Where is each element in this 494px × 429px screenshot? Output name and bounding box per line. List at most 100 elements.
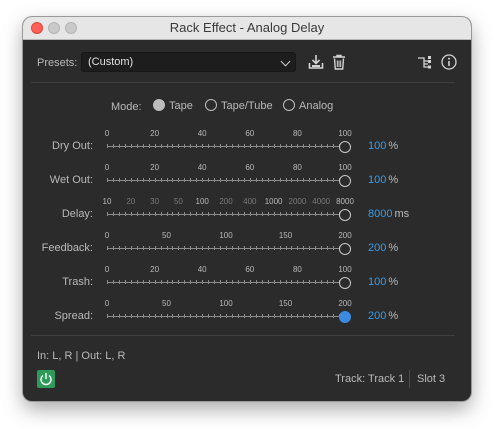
spread-slider[interactable]: 0 50 100 150 200 <box>103 299 352 325</box>
slider-tick <box>136 246 138 250</box>
feedback-slider[interactable]: 0 50 100 150 200 <box>103 231 352 257</box>
slider-tick <box>196 280 198 284</box>
spread-value[interactable]: 200% <box>368 310 398 322</box>
slider-tick <box>118 246 120 250</box>
trash-value[interactable]: 100% <box>368 276 398 288</box>
tick-label: 0 <box>104 129 110 138</box>
slider-handle[interactable] <box>339 311 351 323</box>
slider-tick <box>184 280 186 284</box>
tick-label: 150 <box>278 231 293 240</box>
power-button[interactable] <box>37 370 55 388</box>
slider-tick <box>279 144 281 148</box>
wet-out-slider[interactable]: 0 20 40 60 80 100 <box>103 163 352 189</box>
presets-dropdown[interactable]: (Custom) <box>81 52 296 72</box>
slider-handle[interactable] <box>339 175 351 187</box>
slider-tick <box>112 212 114 216</box>
slider-tick <box>148 314 150 318</box>
radio-label: Tape/Tube <box>221 100 273 112</box>
tick-label: 40 <box>197 129 207 138</box>
slider-tick <box>333 314 335 318</box>
value-unit: % <box>388 140 399 152</box>
slider-tick <box>273 314 275 318</box>
delay-value[interactable]: 8000 ms <box>368 208 409 220</box>
delay-slider[interactable]: 10 20 30 50 100 200 400 1000 2000 4000 8000 <box>102 197 354 223</box>
slider-tick <box>237 246 239 250</box>
slider-tick <box>249 144 251 148</box>
slider-tick <box>160 280 162 284</box>
slider-tick <box>297 314 299 318</box>
slider-tick <box>124 314 126 318</box>
presets-label: Presets: <box>37 57 78 69</box>
slider-tick <box>202 144 204 148</box>
slider-tick <box>249 212 251 216</box>
tick-label: 100 <box>195 197 209 206</box>
slider-tick <box>184 144 186 148</box>
slider-tick <box>148 178 150 182</box>
slider-tick <box>309 144 311 148</box>
slider-tick <box>124 280 126 284</box>
slider-tick <box>148 280 150 284</box>
info-icon[interactable] <box>441 54 457 70</box>
slider-handle[interactable] <box>339 243 351 255</box>
feedback-value[interactable]: 200% <box>368 242 398 254</box>
slider-tick <box>315 246 317 250</box>
dry-out-slider[interactable]: 0 20 40 60 80 100 <box>103 129 352 155</box>
slider-handle[interactable] <box>339 277 351 289</box>
slider-tick <box>249 246 251 250</box>
slider-tick <box>160 144 162 148</box>
trash-icon[interactable] <box>332 54 346 70</box>
slider-tick <box>190 212 192 216</box>
slider-tick <box>202 246 204 250</box>
slider-tick <box>291 144 293 148</box>
slot-label: Slot 3 <box>417 373 446 385</box>
slider-tick <box>214 144 216 148</box>
slider-tick <box>327 178 329 182</box>
slider-tick <box>154 246 156 250</box>
slider-tick <box>309 314 311 318</box>
value-unit: % <box>388 242 399 254</box>
routing-icon[interactable] <box>418 56 432 69</box>
slider-tick <box>237 280 239 284</box>
title-bar[interactable]: Rack Effect - Analog Delay <box>23 17 471 40</box>
slider-tick <box>226 212 227 216</box>
slider-tick <box>154 178 156 182</box>
header-divider <box>31 82 455 83</box>
tick-label: 60 <box>245 129 255 138</box>
slider-tick <box>321 178 323 182</box>
wet-out-label: Wet Out: <box>49 174 93 186</box>
value-number: 200 <box>368 242 387 254</box>
mode-label: Mode: <box>111 101 142 113</box>
wet-out-value[interactable]: 100% <box>368 174 398 186</box>
save-preset-icon[interactable] <box>308 54 324 70</box>
slider-tick <box>154 144 156 148</box>
slider-tick <box>124 144 126 148</box>
slider-tick <box>333 144 335 148</box>
slider-tick <box>208 178 210 182</box>
tick-label: 10 <box>102 197 112 206</box>
io-routing-text: In: L, R | Out: L, R <box>37 350 126 362</box>
slider-tick <box>309 246 311 250</box>
slider-tick <box>118 314 120 318</box>
slider-tick <box>142 246 144 250</box>
slider-tick <box>208 144 210 148</box>
dry-out-value[interactable]: 100% <box>368 140 398 152</box>
slider-tick <box>249 178 251 182</box>
value-unit: % <box>388 276 399 288</box>
trash-slider[interactable]: 0 20 40 60 80 100 <box>103 265 352 291</box>
slider-handle[interactable] <box>339 209 351 221</box>
tick-label: 100 <box>338 265 352 274</box>
slider-tick <box>267 314 269 318</box>
slider-tick <box>321 314 323 318</box>
slider-tick <box>142 178 144 182</box>
slider-tick <box>148 144 150 148</box>
slider-tick <box>142 280 144 284</box>
radio-label: Analog <box>299 100 334 112</box>
slider-tick <box>309 280 311 284</box>
tick-label: 150 <box>278 299 293 308</box>
slider-tick <box>327 144 329 148</box>
slider-tick <box>214 314 216 318</box>
slider-tick <box>303 178 305 182</box>
slider-tick <box>285 212 287 216</box>
slider-tick <box>107 212 108 216</box>
slider-handle[interactable] <box>339 141 351 153</box>
